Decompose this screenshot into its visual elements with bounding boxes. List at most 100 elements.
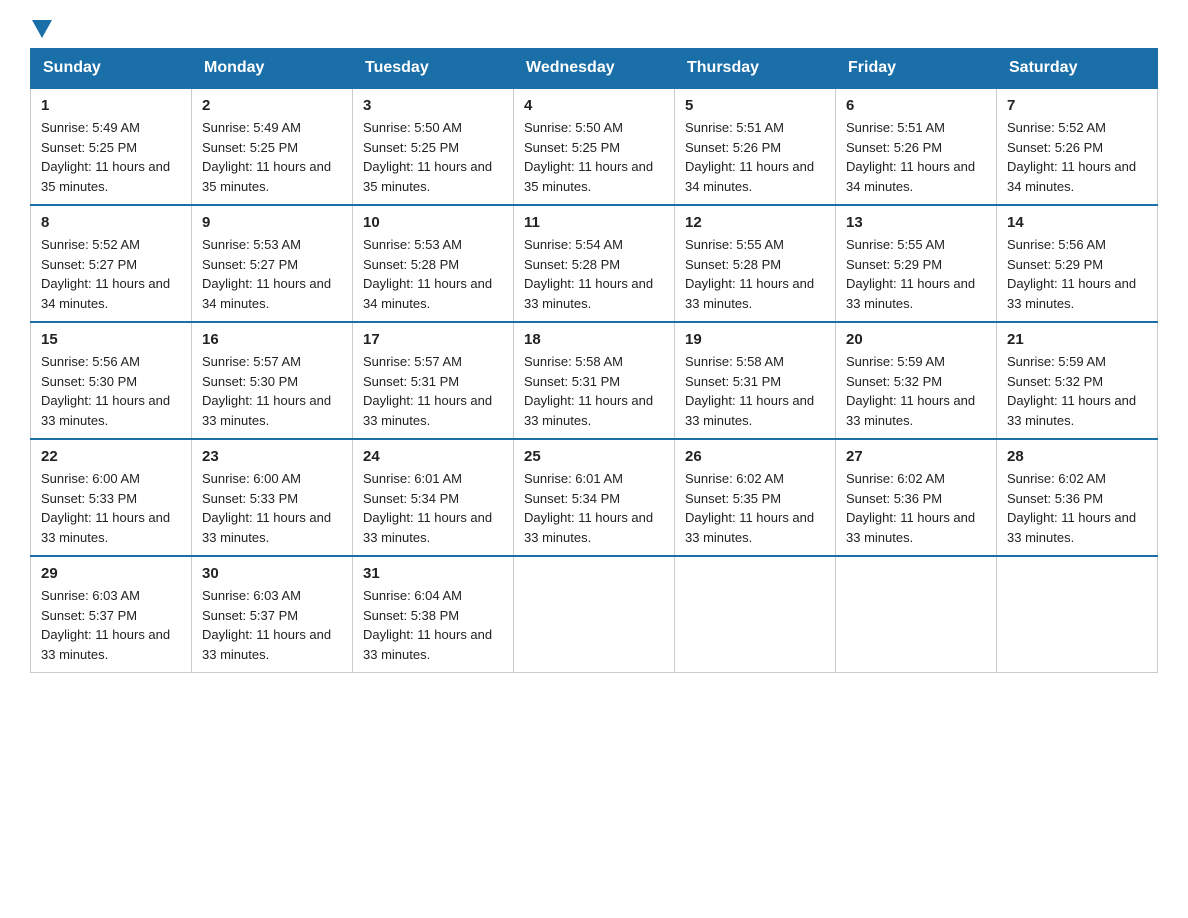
day-number: 16 [202, 331, 342, 348]
sunset-label: Sunset: 5:25 PM [202, 140, 298, 155]
sunset-label: Sunset: 5:29 PM [1007, 257, 1103, 272]
week-row-4: 22 Sunrise: 6:00 AM Sunset: 5:33 PM Dayl… [31, 439, 1158, 556]
sunrise-label: Sunrise: 5:54 AM [524, 237, 623, 252]
sunset-label: Sunset: 5:25 PM [363, 140, 459, 155]
day-number: 27 [846, 448, 986, 465]
sunset-label: Sunset: 5:38 PM [363, 608, 459, 623]
day-info: Sunrise: 5:57 AM Sunset: 5:31 PM Dayligh… [363, 352, 503, 430]
page-header [30, 20, 1158, 38]
sunset-label: Sunset: 5:37 PM [41, 608, 137, 623]
calendar-cell: 5 Sunrise: 5:51 AM Sunset: 5:26 PM Dayli… [675, 88, 836, 205]
sunset-label: Sunset: 5:33 PM [41, 491, 137, 506]
sunset-label: Sunset: 5:35 PM [685, 491, 781, 506]
day-info: Sunrise: 5:57 AM Sunset: 5:30 PM Dayligh… [202, 352, 342, 430]
day-number: 7 [1007, 97, 1147, 114]
day-info: Sunrise: 5:51 AM Sunset: 5:26 PM Dayligh… [846, 118, 986, 196]
calendar-cell: 11 Sunrise: 5:54 AM Sunset: 5:28 PM Dayl… [514, 205, 675, 322]
day-number: 3 [363, 97, 503, 114]
calendar-table: Sunday Monday Tuesday Wednesday Thursday… [30, 48, 1158, 673]
sunrise-label: Sunrise: 5:53 AM [363, 237, 462, 252]
sunrise-label: Sunrise: 5:53 AM [202, 237, 301, 252]
sunset-label: Sunset: 5:32 PM [846, 374, 942, 389]
sunset-label: Sunset: 5:26 PM [685, 140, 781, 155]
calendar-cell: 21 Sunrise: 5:59 AM Sunset: 5:32 PM Dayl… [997, 322, 1158, 439]
calendar-body: 1 Sunrise: 5:49 AM Sunset: 5:25 PM Dayli… [31, 88, 1158, 673]
daylight-label: Daylight: 11 hours and 33 minutes. [1007, 510, 1136, 545]
sunrise-label: Sunrise: 6:04 AM [363, 588, 462, 603]
calendar-cell: 22 Sunrise: 6:00 AM Sunset: 5:33 PM Dayl… [31, 439, 192, 556]
day-number: 22 [41, 448, 181, 465]
day-info: Sunrise: 5:52 AM Sunset: 5:26 PM Dayligh… [1007, 118, 1147, 196]
calendar-cell: 26 Sunrise: 6:02 AM Sunset: 5:35 PM Dayl… [675, 439, 836, 556]
sunset-label: Sunset: 5:28 PM [363, 257, 459, 272]
sunset-label: Sunset: 5:33 PM [202, 491, 298, 506]
day-info: Sunrise: 5:55 AM Sunset: 5:29 PM Dayligh… [846, 235, 986, 313]
day-info: Sunrise: 5:56 AM Sunset: 5:30 PM Dayligh… [41, 352, 181, 430]
sunrise-label: Sunrise: 6:00 AM [202, 471, 301, 486]
daylight-label: Daylight: 11 hours and 33 minutes. [363, 393, 492, 428]
sunrise-label: Sunrise: 5:51 AM [846, 120, 945, 135]
daylight-label: Daylight: 11 hours and 33 minutes. [202, 393, 331, 428]
sunrise-label: Sunrise: 5:50 AM [524, 120, 623, 135]
daylight-label: Daylight: 11 hours and 34 minutes. [41, 276, 170, 311]
calendar-header: Sunday Monday Tuesday Wednesday Thursday… [31, 49, 1158, 89]
day-info: Sunrise: 5:52 AM Sunset: 5:27 PM Dayligh… [41, 235, 181, 313]
sunrise-label: Sunrise: 5:49 AM [41, 120, 140, 135]
calendar-cell: 19 Sunrise: 5:58 AM Sunset: 5:31 PM Dayl… [675, 322, 836, 439]
sunrise-label: Sunrise: 6:01 AM [524, 471, 623, 486]
sunrise-label: Sunrise: 6:02 AM [685, 471, 784, 486]
day-info: Sunrise: 6:01 AM Sunset: 5:34 PM Dayligh… [524, 469, 664, 547]
calendar-cell: 24 Sunrise: 6:01 AM Sunset: 5:34 PM Dayl… [353, 439, 514, 556]
day-info: Sunrise: 6:03 AM Sunset: 5:37 PM Dayligh… [41, 586, 181, 664]
day-info: Sunrise: 6:04 AM Sunset: 5:38 PM Dayligh… [363, 586, 503, 664]
daylight-label: Daylight: 11 hours and 33 minutes. [363, 510, 492, 545]
day-number: 28 [1007, 448, 1147, 465]
calendar-cell: 18 Sunrise: 5:58 AM Sunset: 5:31 PM Dayl… [514, 322, 675, 439]
day-number: 11 [524, 214, 664, 231]
sunset-label: Sunset: 5:36 PM [1007, 491, 1103, 506]
day-number: 8 [41, 214, 181, 231]
sunrise-label: Sunrise: 5:58 AM [524, 354, 623, 369]
day-info: Sunrise: 5:53 AM Sunset: 5:27 PM Dayligh… [202, 235, 342, 313]
sunset-label: Sunset: 5:36 PM [846, 491, 942, 506]
calendar-cell: 13 Sunrise: 5:55 AM Sunset: 5:29 PM Dayl… [836, 205, 997, 322]
daylight-label: Daylight: 11 hours and 34 minutes. [363, 276, 492, 311]
header-friday: Friday [836, 49, 997, 89]
header-wednesday: Wednesday [514, 49, 675, 89]
day-number: 26 [685, 448, 825, 465]
day-number: 20 [846, 331, 986, 348]
daylight-label: Daylight: 11 hours and 33 minutes. [685, 393, 814, 428]
calendar-cell: 14 Sunrise: 5:56 AM Sunset: 5:29 PM Dayl… [997, 205, 1158, 322]
daylight-label: Daylight: 11 hours and 35 minutes. [524, 159, 653, 194]
day-info: Sunrise: 5:49 AM Sunset: 5:25 PM Dayligh… [202, 118, 342, 196]
calendar-cell: 29 Sunrise: 6:03 AM Sunset: 5:37 PM Dayl… [31, 556, 192, 673]
calendar-cell: 2 Sunrise: 5:49 AM Sunset: 5:25 PM Dayli… [192, 88, 353, 205]
daylight-label: Daylight: 11 hours and 33 minutes. [1007, 393, 1136, 428]
daylight-label: Daylight: 11 hours and 34 minutes. [202, 276, 331, 311]
sunrise-label: Sunrise: 6:00 AM [41, 471, 140, 486]
daylight-label: Daylight: 11 hours and 33 minutes. [524, 276, 653, 311]
day-number: 4 [524, 97, 664, 114]
calendar-cell: 3 Sunrise: 5:50 AM Sunset: 5:25 PM Dayli… [353, 88, 514, 205]
calendar-cell: 6 Sunrise: 5:51 AM Sunset: 5:26 PM Dayli… [836, 88, 997, 205]
day-info: Sunrise: 5:54 AM Sunset: 5:28 PM Dayligh… [524, 235, 664, 313]
daylight-label: Daylight: 11 hours and 33 minutes. [41, 393, 170, 428]
calendar-cell: 20 Sunrise: 5:59 AM Sunset: 5:32 PM Dayl… [836, 322, 997, 439]
calendar-cell: 25 Sunrise: 6:01 AM Sunset: 5:34 PM Dayl… [514, 439, 675, 556]
sunrise-label: Sunrise: 5:56 AM [41, 354, 140, 369]
day-number: 31 [363, 565, 503, 582]
sunset-label: Sunset: 5:27 PM [202, 257, 298, 272]
sunset-label: Sunset: 5:31 PM [363, 374, 459, 389]
sunset-label: Sunset: 5:30 PM [202, 374, 298, 389]
daylight-label: Daylight: 11 hours and 33 minutes. [524, 393, 653, 428]
sunset-label: Sunset: 5:29 PM [846, 257, 942, 272]
day-number: 25 [524, 448, 664, 465]
daylight-label: Daylight: 11 hours and 33 minutes. [846, 510, 975, 545]
sunset-label: Sunset: 5:34 PM [524, 491, 620, 506]
header-sunday: Sunday [31, 49, 192, 89]
calendar-cell [675, 556, 836, 673]
sunrise-label: Sunrise: 5:56 AM [1007, 237, 1106, 252]
sunset-label: Sunset: 5:26 PM [1007, 140, 1103, 155]
day-number: 21 [1007, 331, 1147, 348]
header-thursday: Thursday [675, 49, 836, 89]
